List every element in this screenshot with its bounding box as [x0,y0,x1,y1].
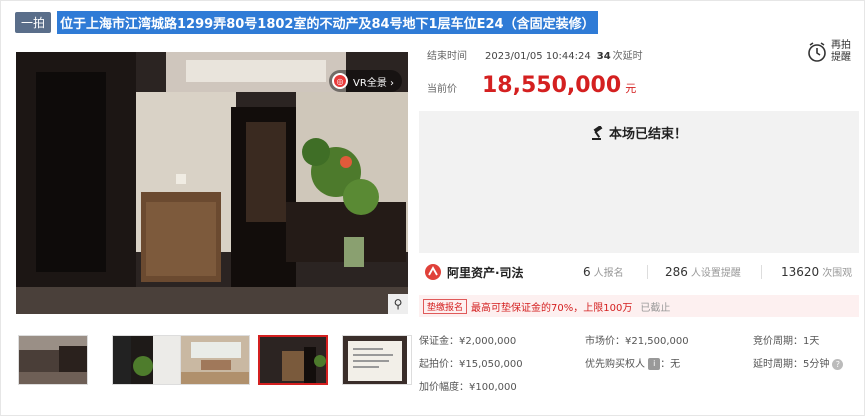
price-unit: 元 [625,82,637,95]
platform-brand[interactable]: 阿里资产·司法 [425,264,524,281]
vr-tour-button[interactable]: ◎ VR全景 › [329,70,402,92]
remind-label-1: 再拍 [831,40,851,51]
rebid-reminder-button[interactable]: 再拍 提醒 [807,40,851,64]
end-time-row: 结束时间 2023/01/05 10:44:24 34 次延时 [427,47,643,62]
views-count: 13620 [781,265,820,279]
signup-count: 6 [583,265,591,279]
thumbnail-image [19,336,87,384]
auction-ended-message: 本场已结束！ [419,123,859,142]
auction-round-badge: 一拍 [15,12,52,33]
reminder-label: 人设置提醒 [690,268,741,279]
magnifier-icon: ⚲ [393,297,403,311]
vr-tour-label: VR全景 › [353,77,394,89]
delay-label: 次延时 [612,51,643,62]
thumbnail-image [113,336,181,384]
advance-signup-tag: 垫缴报名 [423,298,468,314]
advance-status: 已截止 [640,302,671,314]
remind-label-2: 提醒 [831,52,851,63]
advance-message: 最高可垫保证金的70%，上限100万 [471,302,633,314]
deposit-advance-notice: 垫缴报名 最高可垫保证金的70%，上限100万 已截止 [419,295,859,317]
thumbnail-image [260,337,326,383]
current-price-row: 当前价 18,550,000 元 [427,73,636,98]
page-title[interactable]: 位于上海市江湾城路1299弄80号1802室的不动产及84号地下1层车位E24（… [57,11,598,34]
alarm-clock-icon [808,42,826,62]
ali-asset-logo-icon [425,264,441,280]
bid-cycle: 竞价周期：1天 [753,336,820,347]
zoom-button[interactable]: ⚲ [388,294,408,314]
bid-increment: 加价幅度：¥100,000 [419,382,517,393]
title-row: 一拍 位于上海市江湾城路1299弄80号1802室的不动产及84号地下1层车位E… [15,11,598,34]
delay-cycle: 延时周期：5分钟? [753,355,844,370]
views-stat: 13620 次围观 [781,264,852,279]
priority-value: ：无 [660,359,681,370]
thumbnail-entry-cabinet[interactable] [258,335,328,385]
auction-page: 一拍 位于上海市江湾城路1299弄80号1802室的不动产及84号地下1层车位E… [0,0,865,416]
auction-stats-row: 阿里资产·司法 6 人报名 286 人设置提醒 13620 次围观 [419,257,859,287]
thumbnail-living-room[interactable] [18,335,88,385]
divider [761,265,762,279]
delay-count: 34 [596,51,611,62]
priority-buyer: 优先购买权人 i ：无 [585,355,680,370]
brand-name: 阿里资产·司法 [447,265,524,280]
thumbnail-dining-room[interactable] [180,335,250,385]
signup-label: 人报名 [593,268,624,279]
main-photo[interactable]: ◎ VR全景 › ⚲ [16,52,408,314]
views-label: 次围观 [822,268,853,279]
start-price: 起拍价：¥15,050,000 [419,359,523,370]
auction-ended-panel: 本场已结束！ [419,111,859,253]
price-label: 当前价 [427,84,457,95]
market-price: 市场价：¥21,500,000 [585,336,689,347]
gavel-icon [591,125,603,140]
reminder-stat: 286 人设置提醒 [665,264,741,279]
signup-stat: 6 人报名 [583,264,624,279]
info-icon[interactable]: i [648,358,661,370]
end-time-value: 2023/01/05 10:44:24 [485,51,591,62]
thumbnail-hallway-plants[interactable] [112,335,182,385]
current-price: 18,550,000 [482,73,622,98]
reminder-count: 286 [665,265,688,279]
thumbnail-strip [16,335,412,387]
thumbnail-image [181,336,249,384]
thumbnail-image [343,336,407,384]
deposit: 保证金：¥2,000,000 [419,336,517,347]
priority-label: 优先购买权人 [585,359,645,370]
delay-cycle-text: 延时周期：5分钟 [753,359,830,370]
end-time-label: 结束时间 [427,51,467,62]
divider [647,265,648,279]
thumbnail-document[interactable] [342,335,412,385]
help-icon[interactable]: ? [832,358,844,370]
vr-icon: ◎ [332,73,349,89]
ended-text: 本场已结束！ [608,127,687,142]
logo-mark [428,266,438,276]
